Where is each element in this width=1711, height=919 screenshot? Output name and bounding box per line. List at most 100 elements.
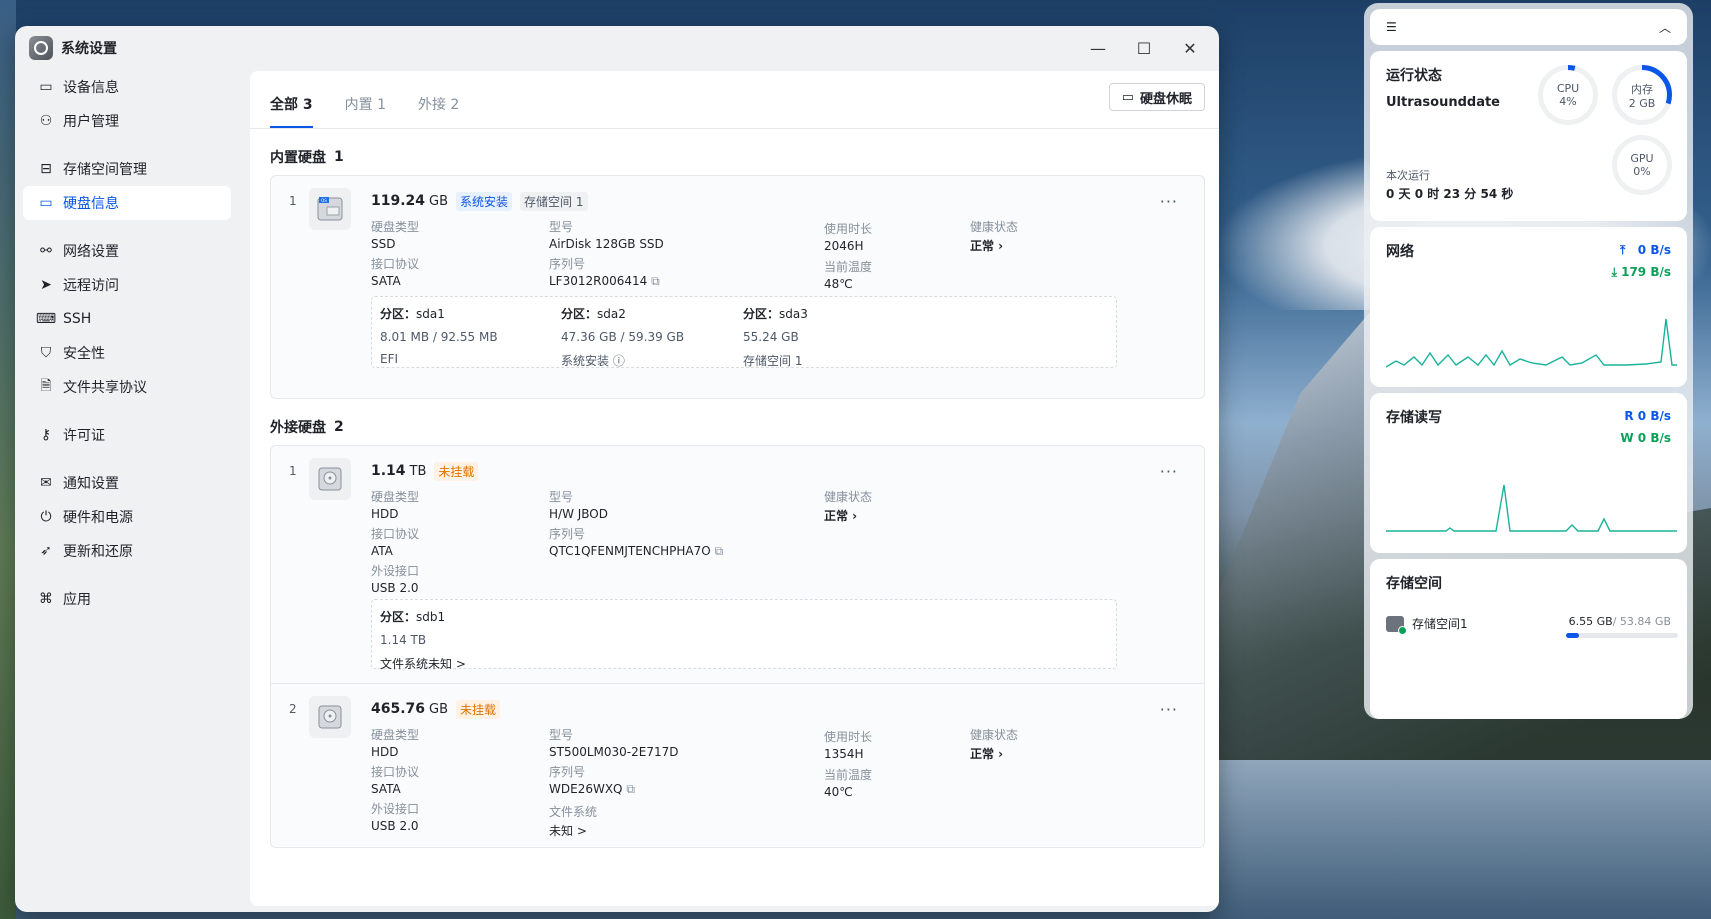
field-label: 硬盘类型 — [371, 490, 420, 504]
disk-index: 1 — [289, 194, 297, 208]
disk-size: 1.14 — [371, 463, 406, 479]
sidebar-item-security[interactable]: ⛉ 安全性 — [23, 336, 231, 370]
more-options-icon[interactable]: ··· — [1160, 192, 1178, 211]
tab-external[interactable]: 外接 2 — [418, 94, 459, 128]
hdd-icon — [309, 696, 351, 738]
storage-pool-badge: 存储空间 1 — [520, 191, 588, 211]
partition-label: 分区： — [380, 307, 417, 321]
copy-icon[interactable]: ⧉ — [651, 274, 660, 288]
sidebar-item-network[interactable]: ⚯ 网络设置 — [23, 234, 231, 268]
copy-icon[interactable]: ⧉ — [626, 782, 635, 796]
field-label: 接口协议 — [371, 257, 420, 271]
disk-serial: LF3012R006414 — [549, 274, 648, 288]
partition-fs: EFI — [380, 352, 399, 366]
svg-text:OS: OS — [321, 198, 327, 203]
gauge-label: GPU — [1630, 152, 1654, 165]
sidebar-item-label: 硬件和电源 — [63, 510, 133, 526]
disk-model: H/W JBOD — [549, 507, 608, 521]
storage-widget: 存储空间 存储空间1 6.55 GB/ 53.84 GB — [1370, 559, 1687, 719]
partition-item: 分区：sda3 55.24 GB 存储空间 1 — [743, 305, 808, 369]
sidebar-item-device-info[interactable]: ▭ 设备信息 — [23, 70, 231, 104]
disk-temperature: 40℃ — [824, 785, 853, 799]
sidebar-item-users[interactable]: ⚇ 用户管理 — [23, 104, 231, 138]
widget-title: 存储空间 — [1386, 576, 1442, 592]
partition-id: sda3 — [779, 307, 808, 321]
minimize-button[interactable]: — — [1079, 34, 1117, 62]
partition-fs: 系统安装 — [561, 354, 610, 368]
disk-model: ST500LM030-2E717D — [549, 745, 679, 759]
sidebar-item-file-sharing[interactable]: 🗎 文件共享协议 — [23, 370, 231, 404]
collapse-icon[interactable]: ︿ — [1659, 19, 1671, 36]
sidebar-item-hardware[interactable]: ⏻ 硬件和电源 — [23, 500, 231, 534]
partition-fs-link[interactable]: 文件系统未知 > — [380, 655, 466, 672]
widget-panel: ☰ ︿ 运行状态 Ultrasounddate CPU 4% 内存 2 GB G… — [1364, 3, 1693, 719]
field-label: 序列号 — [549, 765, 586, 779]
disk-size: 119.24 — [371, 193, 426, 209]
disk-serial: QTC1QFENMJTENCHPHA7O — [549, 544, 711, 558]
sidebar-item-remote[interactable]: ➤ 远程访问 — [23, 268, 231, 302]
partition-size: 47.36 GB / 59.39 GB — [561, 330, 685, 344]
status-widget: 运行状态 Ultrasounddate CPU 4% 内存 2 GB GPU 0… — [1370, 51, 1687, 221]
widget-settings-icon[interactable]: ☰ — [1386, 20, 1397, 34]
partition-id: sdb1 — [416, 610, 446, 624]
unmounted-badge: 未挂载 — [434, 461, 479, 481]
health-status-link[interactable]: 正常 › — [824, 507, 872, 524]
send-icon: ➤ — [40, 277, 52, 293]
partition-label: 分区： — [743, 307, 780, 321]
copy-icon[interactable]: ⧉ — [715, 544, 724, 558]
sidebar-item-ssh[interactable]: ⌨ SSH — [23, 302, 231, 336]
user-icon: ⚇ — [39, 113, 53, 129]
field-label: 健康状态 — [970, 220, 1019, 234]
upload-value: 0 B/s — [1637, 243, 1671, 257]
tab-internal[interactable]: 内置 1 — [345, 94, 386, 128]
sidebar-item-label: 硬盘信息 — [63, 196, 119, 212]
field-label: 健康状态 — [970, 728, 1019, 742]
sidebar-item-apps[interactable]: ⌘ 应用 — [23, 582, 231, 616]
disk-io-sparkline — [1386, 484, 1677, 532]
filesystem-link[interactable]: 未知 > — [549, 822, 597, 839]
sidebar-item-label: 通知设置 — [63, 476, 119, 492]
storage-pool-row[interactable]: 存储空间1 — [1386, 615, 1468, 635]
download-rate: ⤓ 179 B/s — [1612, 265, 1671, 280]
sidebar: ▭ 设备信息 ⚇ 用户管理 ⊟ 存储空间管理 ▭ 硬盘信息 ⚯ 网络设置 ➤ 远程访问 ⌨ S… — [15, 70, 239, 912]
more-options-icon[interactable]: ··· — [1160, 462, 1178, 481]
more-options-icon[interactable]: ··· — [1160, 700, 1178, 719]
disk-sleep-button[interactable]: ▭ 硬盘休眠 — [1108, 83, 1205, 111]
internal-disks-heading: 内置硬盘 1 — [270, 147, 1219, 167]
field-label: 使用时长 — [824, 222, 873, 236]
field-label: 文件系统 — [549, 805, 598, 819]
write-rate: W 0 B/s — [1620, 431, 1671, 445]
disk-size-unit: GB — [429, 193, 449, 209]
partition-size: 55.24 GB — [743, 330, 799, 344]
sidebar-item-update[interactable]: ➶ 更新和还原 — [23, 534, 231, 568]
field-label: 接口协议 — [371, 527, 420, 541]
widget-toolbar: ☰ ︿ — [1370, 9, 1687, 45]
storage-used: 6.55 GB — [1568, 615, 1613, 628]
info-icon[interactable]: ⓘ — [613, 354, 625, 368]
sidebar-item-disk-info[interactable]: ▭ 硬盘信息 — [23, 186, 231, 220]
shield-icon: ⛉ — [40, 345, 52, 361]
system-install-badge: 系统安装 — [456, 191, 513, 211]
field-label: 型号 — [549, 490, 574, 504]
disk-port: USB 2.0 — [371, 581, 419, 595]
disk-capacity: 119.24 GB 系统安装 存储空间 1 — [371, 190, 1188, 212]
settings-window: 系统设置 — ☐ ✕ ▭ 设备信息 ⚇ 用户管理 ⊟ 存储空间管理 ▭ 硬盘信息 ⚯ 网络… — [15, 26, 1219, 912]
external-disks-heading: 外接硬盘 2 — [270, 417, 1219, 437]
health-status-link[interactable]: 正常 › — [970, 237, 1018, 254]
tab-all[interactable]: 全部 3 — [270, 94, 313, 128]
sidebar-item-label: SSH — [63, 311, 92, 327]
health-status-link[interactable]: 正常 › — [970, 745, 1018, 762]
close-button[interactable]: ✕ — [1171, 34, 1209, 62]
file-icon: 🗎 — [40, 378, 52, 394]
sidebar-item-storage[interactable]: ⊟ 存储空间管理 — [23, 152, 231, 186]
disk-card: 1 OS ··· 119.24 GB 系统安装 存储空间 1 硬盘类型 SSD 型号… — [271, 176, 1204, 398]
disk-type: HDD — [371, 745, 399, 759]
storage-pool-name: 存储空间1 — [1412, 617, 1468, 631]
field-label: 当前温度 — [824, 260, 873, 274]
power-icon: ⏻ — [40, 509, 52, 525]
disk-index: 1 — [289, 464, 297, 478]
maximize-button[interactable]: ☐ — [1125, 34, 1163, 62]
disk-size-unit: TB — [409, 463, 427, 479]
sidebar-item-license[interactable]: ⚷ 许可证 — [23, 418, 231, 452]
sidebar-item-notifications[interactable]: ✉ 通知设置 — [23, 466, 231, 500]
